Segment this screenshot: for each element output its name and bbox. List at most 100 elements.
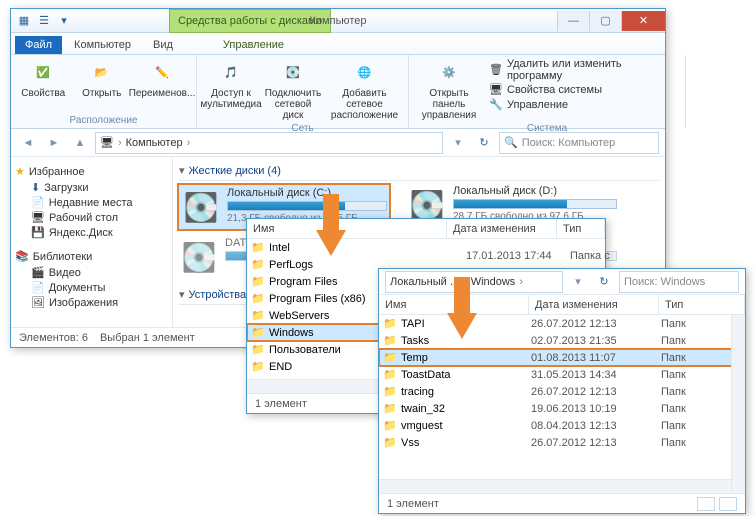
folder-name: Пользователи [269, 344, 341, 356]
sidebar-desktop[interactable]: Рабочий стол [15, 210, 168, 225]
ribbon-netdrive[interactable]: 💽Подключить сетевой диск [265, 58, 321, 121]
sidebar-images[interactable]: Изображения [15, 295, 168, 310]
col-name[interactable]: Имя [379, 295, 529, 314]
folder-row[interactable]: twain_32 19.06.2013 10:19 Папк [379, 400, 745, 417]
history-dropdown[interactable]: ▾ [567, 271, 589, 293]
search-placeholder: Поиск: Windows [624, 276, 705, 288]
folder-icon [251, 309, 265, 323]
file-date: 02.07.2013 21:35 [531, 335, 661, 347]
folder-icon [251, 343, 265, 357]
view-details-button[interactable] [697, 497, 715, 511]
scrollbar-v[interactable] [731, 315, 745, 493]
up-button[interactable]: ▲ [69, 132, 91, 154]
col-date[interactable]: Дата изменения [447, 219, 557, 238]
folder-row[interactable]: Vss 26.07.2012 12:13 Папк [379, 434, 745, 451]
breadcrumb[interactable]: 🖥 › Компьютер › [95, 132, 443, 154]
ribbon-properties[interactable]: ✅Свойства [17, 58, 70, 99]
file-date: 19.06.2013 10:19 [531, 403, 661, 415]
sidebar-yandex[interactable]: Яндекс.Диск [15, 225, 168, 240]
sidebar-downloads[interactable]: Загрузки [15, 180, 168, 195]
refresh-button[interactable]: ↻ [593, 271, 615, 293]
status-count: 1 элемент [255, 398, 307, 410]
sidebar-documents[interactable]: Документы [15, 280, 168, 295]
tab-computer[interactable]: Компьютер [64, 36, 141, 54]
ribbon-rename[interactable]: ✏️Переименов... [134, 58, 190, 99]
sidebar-video[interactable]: Видео [15, 265, 168, 280]
search-input[interactable]: Поиск: Компьютер [499, 132, 659, 154]
drive-name: Локальный диск (D:) [453, 185, 617, 197]
status-count: 1 элемент [387, 498, 439, 510]
sidebar-recent[interactable]: Недавние места [15, 195, 168, 210]
forward-button[interactable]: ► [43, 132, 65, 154]
folder-name: Tasks [401, 335, 531, 347]
crumb-windows[interactable]: Windows [471, 276, 516, 288]
folder-name: twain_32 [401, 403, 531, 415]
tab-manage[interactable]: Управление [213, 36, 294, 54]
folder-row[interactable]: TAPI 26.07.2012 12:13 Папк [379, 315, 745, 332]
ribbon-tabs: Файл Компьютер Вид Управление [11, 33, 665, 55]
qat-icon[interactable]: ▦ [15, 12, 33, 30]
folder-icon [383, 419, 397, 433]
ribbon-ctrlpanel[interactable]: ⚙️Открыть панель управления [415, 58, 483, 121]
scrollbar-h[interactable] [379, 479, 731, 493]
folder-row[interactable]: Temp 01.08.2013 11:07 Папк [379, 349, 745, 366]
col-type[interactable]: Тип [659, 295, 745, 314]
folder-row[interactable]: Tasks 02.07.2013 21:35 Папк [379, 332, 745, 349]
folder-row[interactable]: tracing 26.07.2012 12:13 Папк [379, 383, 745, 400]
search-input[interactable]: Поиск: Windows [619, 271, 739, 293]
ribbon-group-location: Расположение [17, 113, 190, 128]
ribbon: ✅Свойства 📂Открыть ✏️Переименов... Распо… [11, 55, 665, 129]
column-headers: Имя Дата изменения Тип [379, 295, 745, 315]
drive-tools-tab[interactable]: Средства работы с дисками [169, 9, 331, 33]
qat-dropdown-icon[interactable]: ▾ [55, 12, 73, 30]
folder-icon [251, 275, 265, 289]
crumb-sep[interactable]: › [118, 137, 122, 149]
sidebar-favorites[interactable]: Избранное [15, 163, 168, 180]
file-type: Папк [661, 386, 686, 398]
refresh-button[interactable]: ↻ [473, 132, 495, 154]
ribbon-open[interactable]: 📂Открыть [76, 58, 129, 99]
history-dropdown[interactable]: ▾ [447, 132, 469, 154]
tab-view[interactable]: Вид [143, 36, 183, 54]
minimize-button[interactable]: — [557, 11, 589, 31]
status-count: Элементов: 6 [19, 332, 88, 344]
ribbon-media[interactable]: 🎵Доступ к мультимедиа [203, 58, 259, 110]
back-button[interactable]: ◄ [17, 132, 39, 154]
crumb-local[interactable]: Локальный ... [390, 276, 459, 288]
file-type: Папк [661, 352, 686, 364]
crumb-computer[interactable]: Компьютер [126, 137, 183, 149]
close-button[interactable]: ✕ [621, 11, 665, 31]
ribbon-uninstall[interactable]: 🗑Удалить или изменить программу [489, 58, 679, 82]
qat-props-icon[interactable]: ☰ [35, 12, 53, 30]
folder-name: WebServers [269, 310, 329, 322]
section-hdd[interactable]: ▾Жесткие диски (4) [179, 161, 659, 181]
folder-row[interactable]: vmguest 08.04.2013 12:13 Папк [379, 417, 745, 434]
maximize-button[interactable]: ▢ [589, 11, 621, 31]
folder-icon [251, 258, 265, 272]
file-date: 08.04.2013 12:13 [531, 420, 661, 432]
folder-icon [251, 241, 265, 255]
crumb-sep[interactable]: › [187, 137, 191, 149]
titlebar[interactable]: ▦ ☰ ▾ Средства работы с дисками Компьюте… [11, 9, 665, 33]
breadcrumb[interactable]: Локальный ... › Windows › [385, 271, 563, 293]
folder-name: PerfLogs [269, 259, 313, 271]
tab-file[interactable]: Файл [15, 36, 62, 54]
file-date: 01.08.2013 11:07 [531, 352, 661, 364]
folder-icon [383, 402, 397, 416]
ribbon-manage[interactable]: 🔧Управление [489, 98, 679, 112]
col-date[interactable]: Дата изменения [529, 295, 659, 314]
ribbon-addnet[interactable]: 🌐Добавить сетевое расположение [327, 58, 402, 121]
file-type: Папка с [570, 250, 610, 262]
folder-name: tracing [401, 386, 531, 398]
ribbon-sysprops[interactable]: 🖥Свойства системы [489, 83, 679, 97]
col-type[interactable]: Тип [557, 219, 605, 238]
col-name[interactable]: Имя [247, 219, 447, 238]
folder-name: Intel [269, 242, 290, 254]
sidebar-libraries[interactable]: Библиотеки [15, 248, 168, 265]
address-bar: ◄ ► ▲ 🖥 › Компьютер › ▾ ↻ Поиск: Компьют… [11, 129, 665, 157]
folder-row[interactable]: ToastData 31.05.2013 14:34 Папк [379, 366, 745, 383]
folder-icon [383, 317, 397, 331]
view-tiles-button[interactable] [719, 497, 737, 511]
folder-name: TAPI [401, 318, 531, 330]
drive-icon [181, 187, 221, 227]
